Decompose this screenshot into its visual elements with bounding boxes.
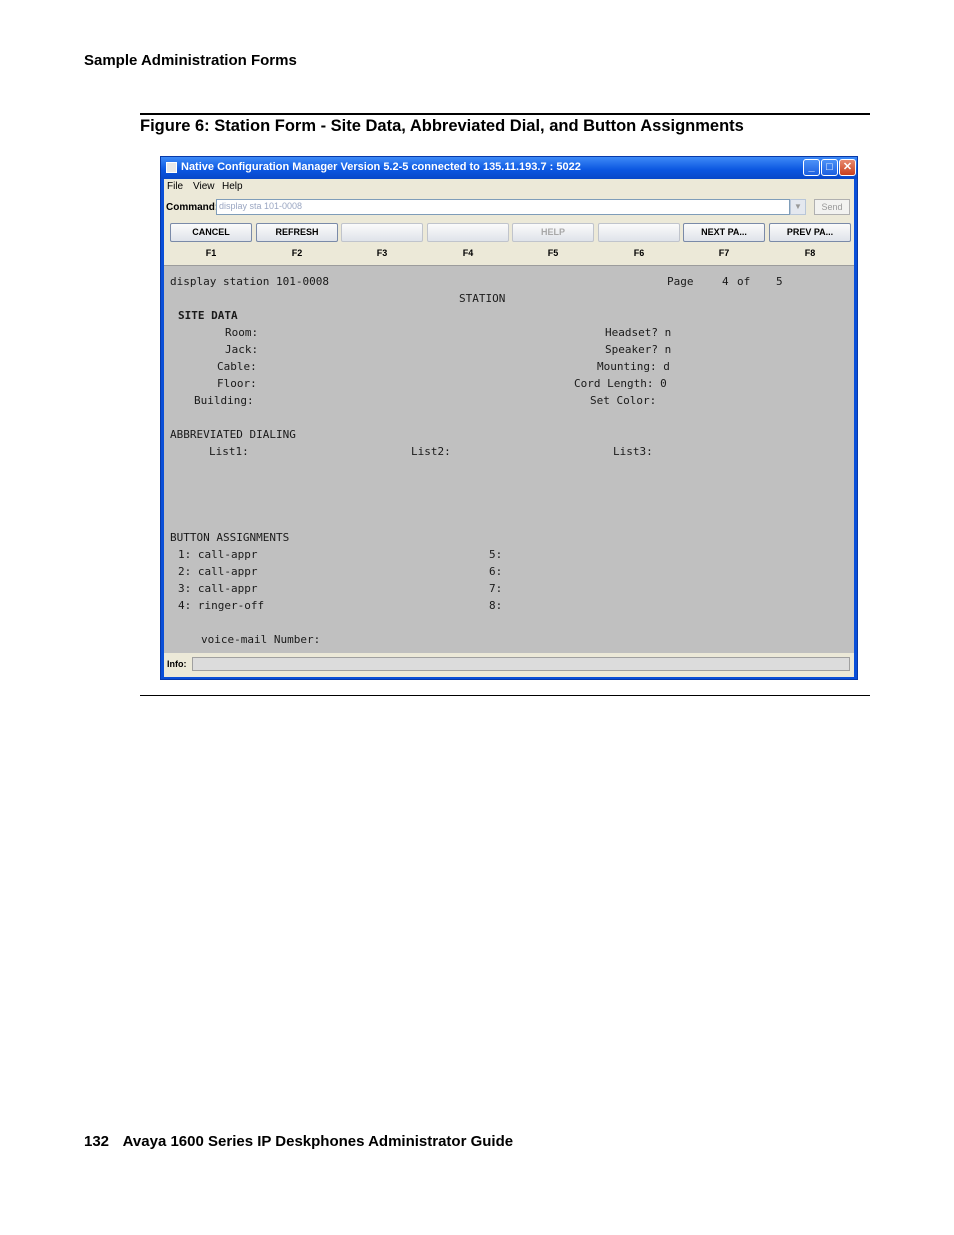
button-assignment: 6: xyxy=(489,565,503,578)
chevron-down-icon[interactable]: ▼ xyxy=(790,199,806,215)
f3-button[interactable] xyxy=(341,223,423,242)
button-assignment: 5: xyxy=(489,548,503,561)
building-label: Building: xyxy=(194,394,254,407)
command-label: Command: xyxy=(166,202,219,213)
running-head: Sample Administration Forms xyxy=(84,52,297,69)
app-window: Native Configuration Manager Version 5.2… xyxy=(160,156,858,680)
page-total: 5 xyxy=(776,275,783,288)
room-label: Room: xyxy=(225,326,259,339)
button-assignment: 1: call-appr xyxy=(178,548,258,561)
app-icon xyxy=(166,162,177,173)
fkey-label-f1: F1 xyxy=(205,248,217,258)
command-row: Command: display sta 101-0008 ▼ Send xyxy=(164,197,854,219)
next-page-button[interactable]: NEXT PA... xyxy=(683,223,765,242)
floor-label: Floor: xyxy=(217,377,257,390)
caption-top-rule xyxy=(140,113,870,115)
figure-caption: Figure 6: Station Form - Site Data, Abbr… xyxy=(140,117,744,135)
send-button[interactable]: Send xyxy=(814,199,850,215)
set-color-label: Set Color: xyxy=(590,394,657,407)
button-assignment: 8: xyxy=(489,599,503,612)
cable-label: Cable: xyxy=(217,360,257,373)
info-label: Info: xyxy=(167,659,187,669)
fkey-label-f3: F3 xyxy=(376,248,388,258)
maximize-icon[interactable]: □ xyxy=(821,159,838,176)
minimize-icon[interactable]: _ xyxy=(803,159,820,176)
fkey-label-f7: F7 xyxy=(718,248,730,258)
list1-label: List1: xyxy=(209,445,249,458)
info-field xyxy=(192,657,850,671)
voice-mail-number-label: voice-mail Number: xyxy=(201,633,321,646)
form-title: STATION xyxy=(459,292,506,305)
mounting-field: Mounting: d xyxy=(597,360,670,373)
page-number: 132 xyxy=(84,1133,110,1150)
fkey-label-f8: F8 xyxy=(804,248,816,258)
prev-page-button[interactable]: PREV PA... xyxy=(769,223,851,242)
page-label: Page xyxy=(667,275,694,288)
function-key-bar: CANCEL REFRESH HELP NEXT PA... PREV PA..… xyxy=(164,221,854,265)
fkey-label-f6: F6 xyxy=(633,248,645,258)
close-icon[interactable]: ✕ xyxy=(839,159,856,176)
headset-field: Headset? n xyxy=(605,326,672,339)
page-number: 4 xyxy=(722,275,729,288)
fkey-label-f5: F5 xyxy=(547,248,559,258)
terminal-screen: display station 101-0008 Page 4 of 5 STA… xyxy=(164,265,854,653)
button-assignment: 2: call-appr xyxy=(178,565,258,578)
menu-view[interactable]: View xyxy=(193,181,215,192)
f6-button[interactable] xyxy=(598,223,680,242)
caption-bottom-rule xyxy=(140,695,870,696)
button-assignments-header: BUTTON ASSIGNMENTS xyxy=(170,531,290,544)
button-assignment: 3: call-appr xyxy=(178,582,258,595)
window-title: Native Configuration Manager Version 5.2… xyxy=(181,161,581,173)
list2-label: List2: xyxy=(411,445,451,458)
menu-bar: File View Help xyxy=(164,179,854,195)
speaker-field: Speaker? n xyxy=(605,343,672,356)
menu-help[interactable]: Help xyxy=(222,181,243,192)
jack-label: Jack: xyxy=(225,343,259,356)
fkey-label-f4: F4 xyxy=(462,248,474,258)
refresh-button[interactable]: REFRESH xyxy=(256,223,338,242)
help-button[interactable]: HELP xyxy=(512,223,594,242)
button-assignment: 4: ringer-off xyxy=(178,599,265,612)
f4-button[interactable] xyxy=(427,223,509,242)
cord-length-field: Cord Length: 0 xyxy=(574,377,667,390)
window-client: File View Help Command: display sta 101-… xyxy=(164,179,854,677)
site-data-header: SITE DATA xyxy=(178,309,238,322)
abbrev-dialing-header: ABBREVIATED DIALING xyxy=(170,428,296,441)
menu-file[interactable]: File xyxy=(167,181,183,192)
document-title: Avaya 1600 Series IP Deskphones Administ… xyxy=(122,1133,514,1150)
command-echo: display station 101-0008 xyxy=(170,275,329,288)
page-of: of xyxy=(737,275,751,288)
page-footer: 132 Avaya 1600 Series IP Deskphones Admi… xyxy=(84,1133,513,1150)
command-input[interactable]: display sta 101-0008 xyxy=(216,199,790,215)
list3-label: List3: xyxy=(613,445,653,458)
button-assignment: 7: xyxy=(489,582,503,595)
info-bar: Info: xyxy=(164,654,854,674)
cancel-button[interactable]: CANCEL xyxy=(170,223,252,242)
fkey-label-f2: F2 xyxy=(291,248,303,258)
title-bar[interactable]: Native Configuration Manager Version 5.2… xyxy=(161,157,857,179)
